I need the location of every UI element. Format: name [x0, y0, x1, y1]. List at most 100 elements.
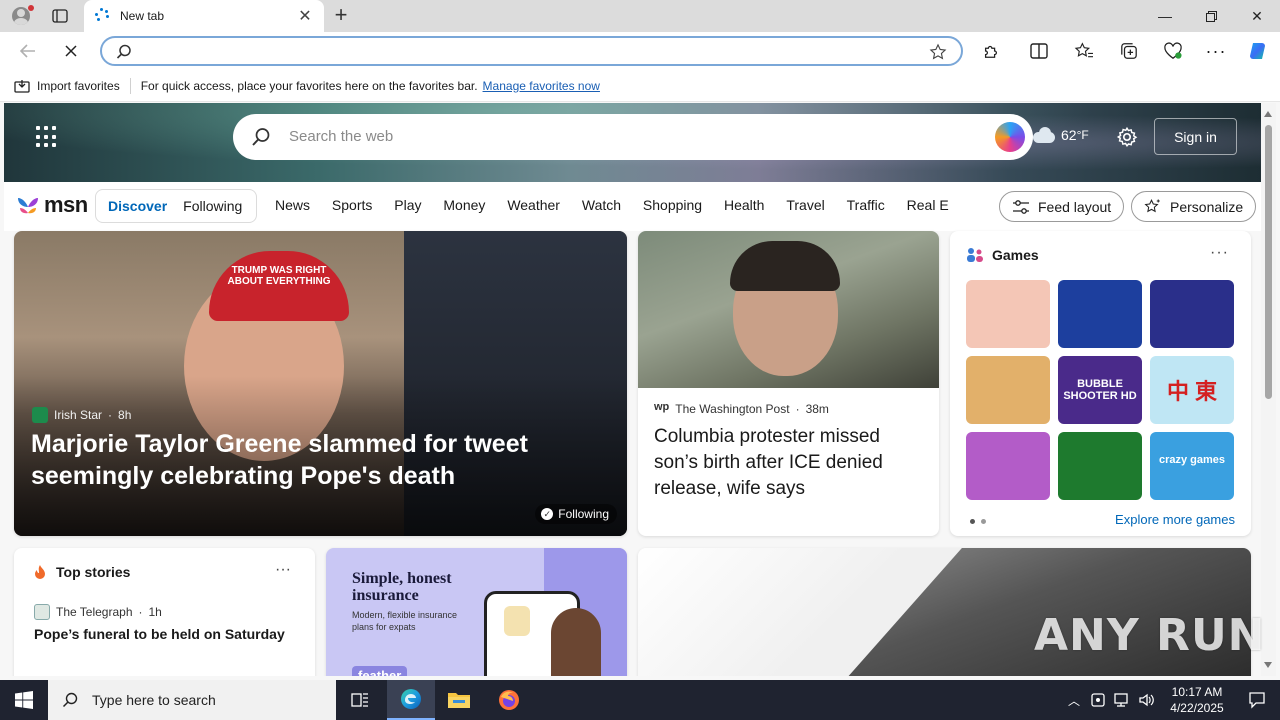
game-tile-wood-screw[interactable]: [966, 356, 1050, 424]
source-name: The Telegraph: [56, 605, 133, 619]
taskbar-edge[interactable]: [387, 680, 435, 720]
source-name: The Washington Post: [675, 402, 790, 416]
scrollbar-thumb[interactable]: [1265, 125, 1272, 399]
msn-logo[interactable]: msn: [16, 192, 88, 218]
close-window-button[interactable]: ✕: [1234, 0, 1280, 32]
game-tile-mahjong[interactable]: 中 東: [1150, 356, 1234, 424]
taskbar-firefox[interactable]: [485, 680, 533, 720]
start-button[interactable]: [0, 680, 48, 720]
game-tile-bubble-shooter[interactable]: BUBBLE SHOOTER HD: [1058, 356, 1142, 424]
close-tab-icon[interactable]: ✕: [296, 6, 314, 26]
more-menu-button[interactable]: ···: [1205, 41, 1227, 61]
split-screen-button[interactable]: [1028, 41, 1050, 61]
game-tile-makeup[interactable]: [966, 432, 1050, 500]
new-tab-button[interactable]: +: [330, 4, 352, 28]
nav-news[interactable]: News: [275, 197, 310, 213]
stop-button[interactable]: [57, 39, 85, 63]
scroll-up-arrow-icon[interactable]: [1264, 111, 1272, 117]
top-story-headline[interactable]: Pope’s funeral to be held on Saturday: [34, 626, 285, 642]
taskbar-clock[interactable]: 10:17 AM 4/22/2025: [1160, 684, 1234, 716]
nav-play[interactable]: Play: [394, 197, 421, 213]
nav-sports[interactable]: Sports: [332, 197, 372, 213]
address-bar[interactable]: [100, 36, 963, 66]
top-stories-more-options-icon[interactable]: ···: [275, 561, 291, 579]
games-more-options-icon[interactable]: ···: [1210, 244, 1229, 262]
tab-actions-button[interactable]: [48, 6, 72, 26]
nav-money[interactable]: Money: [443, 197, 485, 213]
tab-following[interactable]: Following: [175, 198, 250, 214]
game-tile-jewels[interactable]: [1058, 432, 1142, 500]
feed-layout-button[interactable]: Feed layout: [999, 191, 1125, 222]
taskbar-file-explorer[interactable]: [435, 680, 483, 720]
nav-real-estate[interactable]: Real E: [907, 197, 949, 213]
personalize-button[interactable]: Personalize: [1131, 191, 1257, 222]
volume-icon[interactable]: [1138, 691, 1156, 709]
game-tile-jewel-match[interactable]: [1150, 280, 1234, 348]
story-headline[interactable]: Columbia protester missed son’s birth af…: [654, 424, 924, 502]
folder-icon: [448, 693, 470, 708]
category-nav: News Sports Play Money Weather Watch Sho…: [266, 197, 951, 213]
taskbar-search-box[interactable]: Type here to search: [48, 680, 336, 720]
game-tile-block-puzzle[interactable]: [1058, 280, 1142, 348]
favorite-star-icon[interactable]: [929, 43, 947, 61]
scroll-down-arrow-icon[interactable]: [1264, 662, 1272, 668]
main-story-card[interactable]: TRUMP WAS RIGHT ABOUT EVERYTHING Irish S…: [14, 231, 627, 536]
msn-nav-row: msn Discover Following News Sports Play …: [4, 182, 1261, 231]
restore-button[interactable]: [1188, 0, 1234, 32]
games-grid: BUBBLE SHOOTER HD 中 東 crazy games: [966, 280, 1234, 500]
import-favorites-button[interactable]: Import favorites: [14, 79, 120, 93]
games-people-icon: [967, 248, 983, 262]
import-favorites-label: Import favorites: [37, 78, 120, 93]
favorites-button[interactable]: [1073, 41, 1095, 61]
network-icon[interactable]: [1113, 691, 1131, 709]
game-tile-crazy-games[interactable]: crazy games: [1150, 432, 1234, 500]
favorites-bar-message: For quick access, place your favorites h…: [140, 78, 478, 93]
browser-essentials-button[interactable]: [1162, 41, 1184, 61]
nav-watch[interactable]: Watch: [582, 197, 621, 213]
main-story-headline[interactable]: Marjorie Taylor Greene slammed for tweet…: [31, 428, 621, 492]
heart-pulse-icon: [1164, 42, 1182, 59]
nav-traffic[interactable]: Traffic: [847, 197, 885, 213]
system-tray: ︿ 10:17 AM 4/22/2025: [1062, 680, 1280, 720]
clock-date: 4/22/2025: [1170, 701, 1224, 715]
top-stories-card: Top stories ··· The Telegraph · 1h Pope’…: [14, 548, 315, 676]
following-badge[interactable]: ✓ Following: [535, 504, 617, 524]
profile-button[interactable]: [8, 4, 34, 28]
device-icon[interactable]: [1089, 691, 1107, 709]
collections-button[interactable]: [1118, 41, 1140, 61]
back-button[interactable]: [14, 39, 42, 63]
explore-more-games-link[interactable]: Explore more games: [1115, 512, 1235, 527]
more-dots-icon: ···: [1205, 41, 1227, 61]
notifications-button[interactable]: [1234, 680, 1280, 720]
insurance-ad-card[interactable]: Simple, honest insurance Modern, flexibl…: [326, 548, 627, 676]
show-hidden-icons-icon[interactable]: ︿: [1062, 692, 1086, 709]
story-image-hat: TRUMP WAS RIGHT ABOUT EVERYTHING: [209, 251, 349, 321]
story-source: The Telegraph · 1h: [34, 604, 162, 620]
games-title: Games: [992, 247, 1039, 263]
nav-shopping[interactable]: Shopping: [643, 197, 702, 213]
manage-favorites-link[interactable]: Manage favorites now: [483, 79, 600, 93]
minimize-button[interactable]: —: [1142, 0, 1188, 32]
sign-in-button[interactable]: Sign in: [1154, 118, 1237, 155]
copilot-search-icon[interactable]: [995, 122, 1025, 152]
game-tile-doctor[interactable]: [966, 280, 1050, 348]
tab-discover[interactable]: Discover: [100, 198, 175, 214]
games-pager[interactable]: [970, 519, 986, 524]
nav-travel[interactable]: Travel: [786, 197, 824, 213]
stop-loading-icon: [65, 45, 77, 57]
page-scrollbar[interactable]: [1261, 103, 1276, 676]
copilot-button[interactable]: [1246, 41, 1270, 61]
active-tab[interactable]: New tab ✕: [84, 0, 324, 32]
browser-toolbar: ···: [0, 32, 1280, 70]
app-launcher-icon[interactable]: [36, 126, 58, 148]
source-name: Irish Star: [54, 408, 103, 422]
settings-button[interactable]: [1116, 126, 1138, 151]
task-view-button[interactable]: [336, 680, 384, 720]
weather-widget[interactable]: 62 °F: [1031, 127, 1089, 143]
nav-weather[interactable]: Weather: [507, 197, 560, 213]
msn-search-box[interactable]: Search the web: [233, 114, 1033, 160]
msn-logo-text: msn: [44, 192, 88, 217]
nav-health[interactable]: Health: [724, 197, 764, 213]
story-card-washington-post[interactable]: wp The Washington Post · 38m Columbia pr…: [638, 231, 939, 536]
extensions-button[interactable]: [980, 41, 1002, 61]
